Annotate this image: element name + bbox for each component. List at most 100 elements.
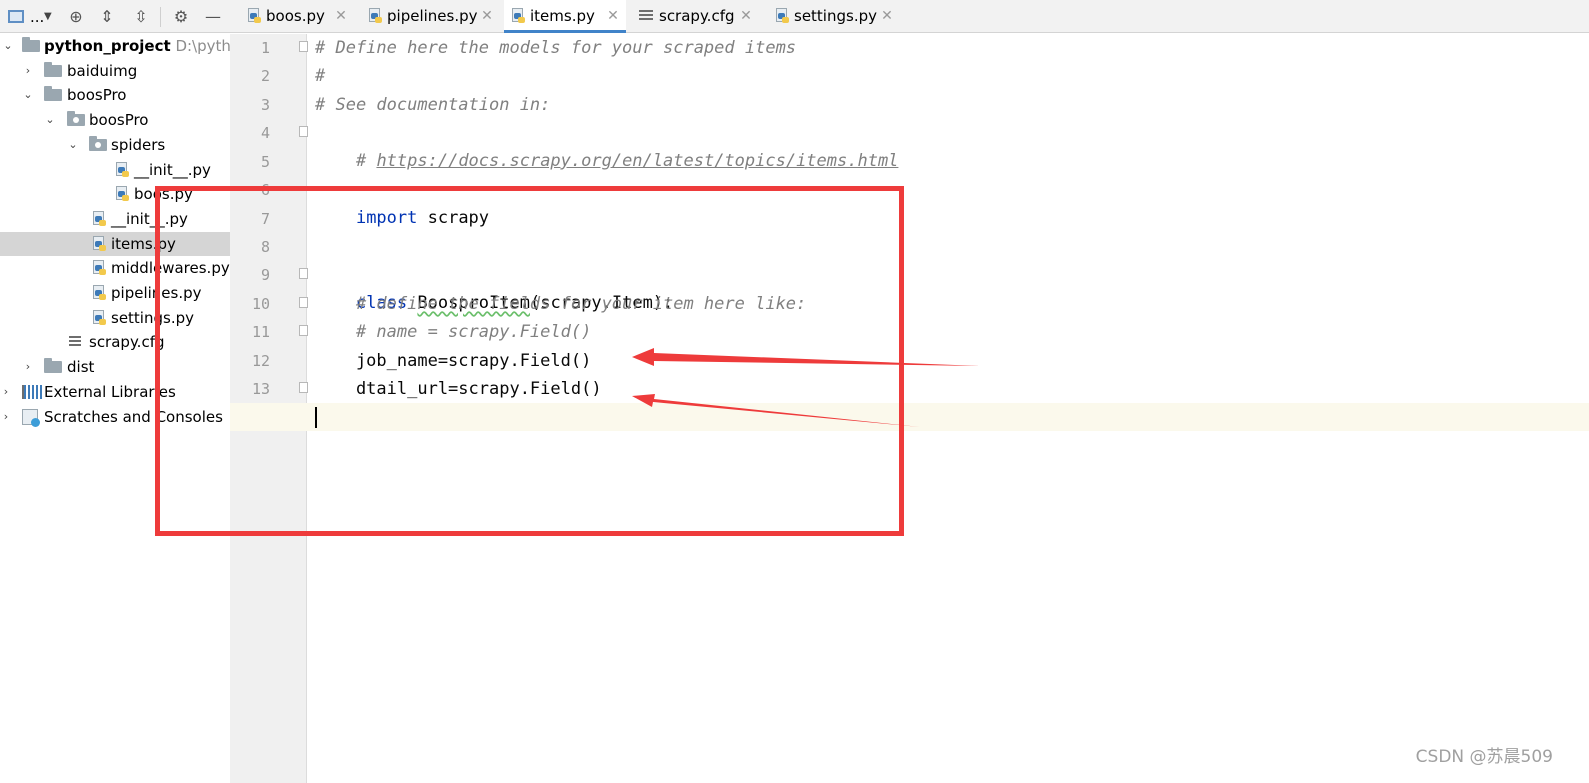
tree-item-label: middlewares.py <box>111 259 230 277</box>
chevron-right-icon[interactable]: › <box>0 380 12 404</box>
tree-item-pipelines-py[interactable]: pipelines.py <box>0 281 230 305</box>
close-icon[interactable]: ✕ <box>880 0 894 33</box>
chevron-down-icon[interactable]: ⌄ <box>67 133 79 157</box>
tree-item-items-py[interactable]: items.py <box>0 232 230 256</box>
chevron-right-icon[interactable]: › <box>0 405 12 429</box>
watermark: CSDN @苏晨509 <box>1415 747 1553 767</box>
tab-label: boos.py <box>266 7 325 25</box>
python-file-icon <box>114 162 130 178</box>
tab-settings-py[interactable]: settings.py ✕ <box>768 0 894 33</box>
expand-all-icon[interactable]: ⇕ <box>97 7 117 27</box>
python-file-icon <box>246 8 261 24</box>
tree-item-label: __init__.py <box>134 161 211 179</box>
folder-icon <box>22 37 40 52</box>
tab-label: pipelines.py <box>387 7 478 25</box>
tree-item-label: boosPro <box>67 86 127 104</box>
settings-gear-icon[interactable]: ⚙ <box>171 7 191 27</box>
tree-item-label: boosPro <box>89 111 149 129</box>
tab-scrapy-cfg[interactable]: scrapy.cfg ✕ <box>633 0 753 33</box>
code-line-10: # define the fields for your item here l… <box>315 294 807 314</box>
tree-item-label: pipelines.py <box>111 284 202 302</box>
chevron-down-icon[interactable]: ⌄ <box>44 108 56 132</box>
tree-item-spiders-init[interactable]: __init__.py <box>0 158 230 182</box>
tree-item-label: __init__.py <box>111 210 188 228</box>
tree-item-dist[interactable]: › dist <box>0 355 230 379</box>
tree-item-scratches-and-consoles[interactable]: › Scratches and Consoles <box>0 405 230 429</box>
tree-item-label: boos.py <box>134 185 193 203</box>
tree-item-label: settings.py <box>111 309 194 327</box>
python-file-icon <box>91 236 107 252</box>
package-folder-icon <box>67 111 85 126</box>
tree-item-boospro[interactable]: ⌄ boosPro <box>0 83 230 107</box>
tree-item-label: python_project <box>44 37 171 55</box>
folder-icon <box>44 86 62 101</box>
close-icon[interactable]: ✕ <box>480 0 494 33</box>
tree-item-label: items.py <box>111 235 176 253</box>
tab-label: items.py <box>530 7 595 25</box>
close-icon[interactable]: ✕ <box>606 0 620 33</box>
tree-item-boospro-package[interactable]: ⌄ boosPro <box>0 108 230 132</box>
scratches-icon <box>22 409 40 427</box>
libraries-icon <box>22 385 42 399</box>
close-icon[interactable]: ✕ <box>739 0 753 33</box>
chevron-down-icon: ▼ <box>44 11 52 22</box>
code-line-2: # <box>315 66 326 86</box>
code-line-13: dtail_url=scrapy.Field() <box>315 379 602 399</box>
python-file-icon <box>91 260 107 276</box>
tree-item-boos-py[interactable]: boos.py <box>0 182 230 206</box>
import-target: scrapy <box>417 208 490 228</box>
line-number: 12 <box>251 352 270 370</box>
chevron-down-icon[interactable]: ⌄ <box>2 34 14 58</box>
code-line-11: # name = scrapy.Field() <box>315 322 592 342</box>
tree-item-settings-py[interactable]: settings.py <box>0 306 230 330</box>
tree-item-scrapy-cfg[interactable]: scrapy.cfg <box>0 330 230 354</box>
documentation-link[interactable]: https://docs.scrapy.org/en/latest/topics… <box>376 151 898 171</box>
tab-boos-py[interactable]: boos.py ✕ <box>240 0 348 33</box>
collapse-all-icon[interactable]: ⇳ <box>131 7 151 27</box>
code-line-9: class BoosproItem(scrapy.Item): <box>315 261 673 313</box>
folder-icon <box>44 358 62 373</box>
tree-item-middlewares-py[interactable]: middlewares.py <box>0 256 230 280</box>
python-file-icon <box>91 310 107 326</box>
project-tree: ⌄ python_project D:\pytho › baiduimg ⌄ b… <box>0 34 240 783</box>
config-file-icon <box>639 10 653 26</box>
line-number: 6 <box>260 181 270 199</box>
chevron-right-icon[interactable]: › <box>22 355 34 379</box>
folder-icon <box>44 62 62 77</box>
tree-item-external-libraries[interactable]: › External Libraries <box>0 380 230 404</box>
tree-item-spiders[interactable]: ⌄ spiders <box>0 133 230 157</box>
config-file-icon <box>69 336 81 348</box>
code-editor[interactable]: # Define here the models for your scrape… <box>230 34 1589 783</box>
tree-item-init-py[interactable]: __init__.py <box>0 207 230 231</box>
package-folder-icon <box>89 136 107 151</box>
comment-prefix: # <box>355 151 377 171</box>
tab-items-py[interactable]: items.py ✕ <box>504 0 626 33</box>
tree-item-label: spiders <box>111 136 166 154</box>
python-file-icon <box>91 285 107 301</box>
current-line-highlight <box>230 403 1589 431</box>
chevron-down-icon[interactable]: ⌄ <box>22 83 34 107</box>
line-number: 9 <box>260 266 270 284</box>
python-file-icon <box>114 186 130 202</box>
line-number: 11 <box>251 323 270 341</box>
python-file-icon <box>774 8 789 24</box>
line-number: 13 <box>251 380 270 398</box>
tab-label: settings.py <box>794 7 877 25</box>
tree-item-python-project[interactable]: ⌄ python_project D:\pytho <box>0 34 240 58</box>
line-number: 4 <box>260 124 270 142</box>
tree-item-label: External Libraries <box>44 383 176 401</box>
project-selector-label: ... <box>30 8 45 26</box>
python-file-icon <box>367 8 382 24</box>
hide-icon[interactable]: — <box>203 7 223 27</box>
line-number: 10 <box>251 295 270 313</box>
tab-pipelines-py[interactable]: pipelines.py ✕ <box>361 0 494 33</box>
project-view-selector[interactable]: ... ▼ <box>6 6 54 28</box>
line-number: 3 <box>260 96 270 114</box>
line-number: 1 <box>260 39 270 57</box>
toolbar-divider <box>160 7 161 27</box>
tree-item-label: scrapy.cfg <box>89 333 165 351</box>
close-icon[interactable]: ✕ <box>334 0 348 33</box>
chevron-right-icon[interactable]: › <box>22 59 34 83</box>
locate-icon[interactable]: ⊕ <box>66 7 86 27</box>
tree-item-baiduimg[interactable]: › baiduimg <box>0 59 230 83</box>
